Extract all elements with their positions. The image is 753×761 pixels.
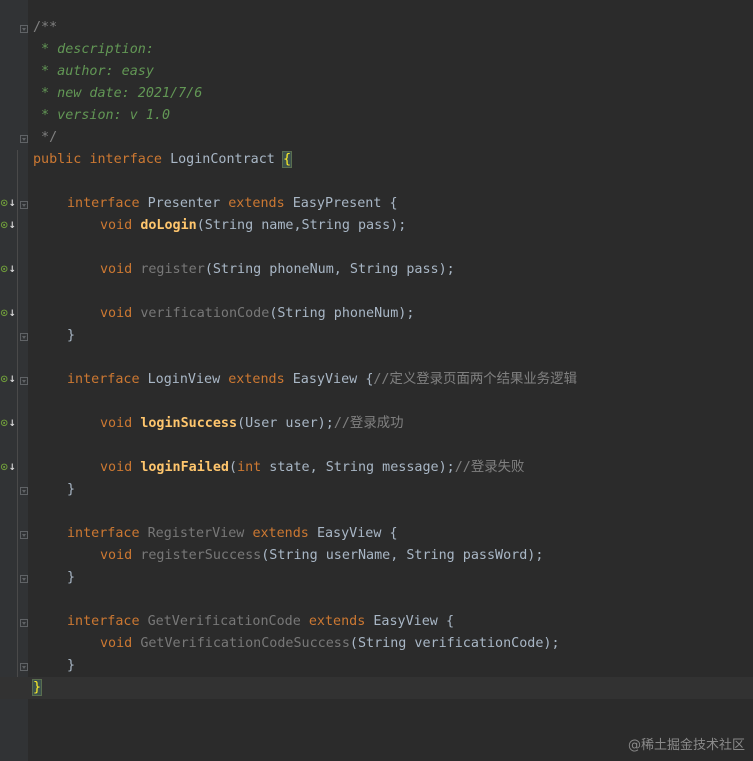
doc-comment-open: /** bbox=[33, 20, 58, 35]
implemented-method-icon[interactable]: ⊙↓ bbox=[0, 373, 16, 387]
implemented-method-icon[interactable]: ⊙↓ bbox=[0, 307, 16, 321]
watermark: @稀土掘金技术社区 bbox=[627, 738, 745, 753]
method-register-success: void registerSuccess(String userName, St… bbox=[100, 548, 544, 563]
code-line: * author: easy bbox=[0, 61, 753, 83]
code-line: ⊙↓ void loginFailed(int state, String me… bbox=[0, 457, 753, 479]
code-line: } bbox=[0, 479, 753, 501]
fold-toggle-icon[interactable] bbox=[20, 575, 28, 583]
fold-toggle-icon[interactable] bbox=[20, 531, 28, 539]
code-line: ⊙↓ interface LoginView extends EasyView … bbox=[0, 369, 753, 391]
presenter-declaration: interface Presenter extends EasyPresent … bbox=[67, 196, 398, 211]
closing-brace: } bbox=[67, 658, 76, 673]
code-line: ⊙↓ interface Presenter extends EasyPrese… bbox=[0, 193, 753, 215]
closing-brace: } bbox=[67, 328, 76, 343]
code-line: void GetVerificationCodeSuccess(String v… bbox=[0, 633, 753, 655]
doc-comment-author: * author: easy bbox=[33, 64, 154, 79]
keyword-public: public bbox=[33, 152, 82, 167]
fold-toggle-icon[interactable] bbox=[20, 333, 28, 341]
matched-brace: { bbox=[281, 151, 293, 168]
code-line: ⊙↓ void loginSuccess(User user);//登录成功 bbox=[0, 413, 753, 435]
code-line: void registerSuccess(String userName, St… bbox=[0, 545, 753, 567]
closing-brace: } bbox=[67, 482, 76, 497]
method-get-verification-code-success: void GetVerificationCodeSuccess(String v… bbox=[100, 636, 560, 651]
class-name: LoginContract bbox=[170, 152, 275, 167]
method-verification-code: void verificationCode(String phoneNum); bbox=[100, 306, 415, 321]
doc-comment-description: * description: bbox=[33, 42, 154, 57]
implemented-method-icon[interactable]: ⊙↓ bbox=[0, 461, 16, 475]
doc-comment-close: */ bbox=[33, 130, 58, 145]
fold-toggle-icon[interactable] bbox=[20, 663, 28, 671]
keyword-interface: interface bbox=[89, 152, 162, 167]
code-editor[interactable]: /** * description: * author: easy * new … bbox=[0, 0, 753, 761]
login-view-declaration: interface LoginView extends EasyView {//… bbox=[67, 372, 577, 387]
implemented-method-icon[interactable]: ⊙↓ bbox=[0, 417, 16, 431]
code-line: interface RegisterView extends EasyView … bbox=[0, 523, 753, 545]
implemented-method-icon[interactable]: ⊙↓ bbox=[0, 219, 16, 233]
closing-brace: } bbox=[31, 679, 43, 696]
code-line: * new date: 2021/7/6 bbox=[0, 83, 753, 105]
code-line: ⊙↓ void register(String phoneNum, String… bbox=[0, 259, 753, 281]
code-line: interface GetVerificationCode extends Ea… bbox=[0, 611, 753, 633]
current-caret-line: } bbox=[0, 677, 753, 699]
code-line: /** bbox=[0, 17, 753, 39]
code-line: } bbox=[0, 567, 753, 589]
doc-comment-date: * new date: 2021/7/6 bbox=[33, 86, 203, 101]
implemented-method-icon[interactable]: ⊙↓ bbox=[0, 197, 16, 211]
fold-toggle-icon[interactable] bbox=[20, 135, 28, 143]
code-line: } bbox=[0, 655, 753, 677]
get-verification-code-declaration: interface GetVerificationCode extends Ea… bbox=[67, 614, 454, 629]
code-line: } bbox=[0, 325, 753, 347]
method-login-success: void loginSuccess(User user);//登录成功 bbox=[100, 416, 404, 431]
fold-toggle-icon[interactable] bbox=[20, 487, 28, 495]
fold-toggle-icon[interactable] bbox=[20, 619, 28, 627]
fold-toggle-icon[interactable] bbox=[20, 377, 28, 385]
fold-toggle-icon[interactable] bbox=[20, 25, 28, 33]
class-declaration: public interface LoginContract { bbox=[33, 149, 293, 171]
code-line: public interface LoginContract { bbox=[0, 149, 753, 171]
code-line: * version: v 1.0 bbox=[0, 105, 753, 127]
code-line: * description: bbox=[0, 39, 753, 61]
method-login-failed: void loginFailed(int state, String messa… bbox=[100, 460, 525, 475]
implemented-method-icon[interactable]: ⊙↓ bbox=[0, 263, 16, 277]
closing-brace: } bbox=[67, 570, 76, 585]
code-line: ⊙↓ void verificationCode(String phoneNum… bbox=[0, 303, 753, 325]
code-line: */ bbox=[0, 127, 753, 149]
doc-comment-version: * version: v 1.0 bbox=[33, 108, 171, 123]
register-view-declaration: interface RegisterView extends EasyView … bbox=[67, 526, 398, 541]
fold-toggle-icon[interactable] bbox=[20, 201, 28, 209]
code-line: ⊙↓ void doLogin(String name,String pass)… bbox=[0, 215, 753, 237]
method-register: void register(String phoneNum, String pa… bbox=[100, 262, 455, 277]
method-do-login: void doLogin(String name,String pass); bbox=[100, 218, 407, 233]
